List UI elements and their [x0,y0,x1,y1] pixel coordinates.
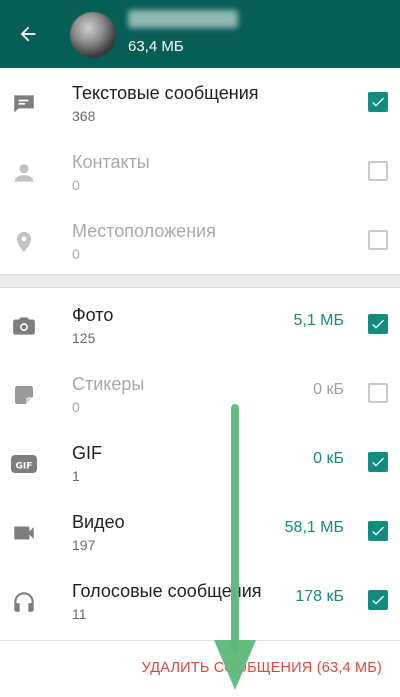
gif-icon: GIF [10,450,38,478]
item-count: 0 [72,246,80,262]
contact-name-blurred [128,10,238,28]
item-count: 0 [72,177,80,193]
item-contacts[interactable]: Контакты 0 [0,137,400,206]
item-video[interactable]: Видео 197 58,1 МБ [0,497,400,566]
item-checkbox[interactable] [368,314,388,334]
item-locations[interactable]: Местоположения 0 [0,206,400,275]
item-count: 1 [72,468,80,484]
checkmark-icon [372,457,384,467]
item-count: 368 [72,108,96,124]
location-pin-icon [10,228,38,256]
app-bar: 63,4 МБ [0,0,400,68]
delete-messages-button[interactable]: УДАЛИТЬ СООБЩЕНИЯ (63,4 МБ) [142,660,383,676]
checkmark-icon [372,595,384,605]
item-size: 5,1 МБ [293,312,344,329]
item-size: 178 кБ [295,588,344,605]
sticker-icon [10,381,38,409]
message-icon [10,90,38,118]
svg-text:GIF: GIF [16,462,33,472]
person-icon [10,159,38,187]
item-checkbox[interactable] [368,521,388,541]
contact-storage-size: 63,4 МБ [128,38,184,55]
item-gif[interactable]: GIF GIF 1 0 кБ [0,428,400,497]
item-checkbox[interactable] [368,92,388,112]
item-voice-messages[interactable]: Голосовые сообщения 11 178 кБ [0,566,400,635]
camera-icon [10,312,38,340]
item-text-messages[interactable]: Текстовые сообщения 368 [0,68,400,137]
item-title: Контакты [72,152,150,172]
item-title: Текстовые сообщения [72,83,259,103]
videocam-icon [10,519,38,547]
footer-divider [0,640,400,641]
item-checkbox[interactable] [368,383,388,403]
arrow-back-icon [20,26,36,42]
item-size: 0 кБ [313,450,344,467]
item-size: 58,1 МБ [284,519,344,536]
item-checkbox[interactable] [368,161,388,181]
item-title: Местоположения [72,221,216,241]
item-count: 197 [72,537,96,553]
checkmark-icon [372,319,384,329]
item-stickers[interactable]: Стикеры 0 0 кБ [0,359,400,428]
section-divider [0,274,400,288]
checkmark-icon [372,526,384,536]
item-checkbox[interactable] [368,452,388,472]
item-title: Стикеры [72,374,145,394]
item-count: 125 [72,330,96,346]
checkmark-icon [372,97,384,107]
item-size: 0 кБ [313,381,344,398]
item-title: Голосовые сообщения [72,581,262,601]
item-count: 11 [72,606,87,622]
headset-icon [10,588,38,616]
contact-avatar[interactable] [70,12,116,58]
item-count: 0 [72,399,80,415]
item-checkbox[interactable] [368,590,388,610]
back-button[interactable] [8,14,48,54]
item-photos[interactable]: Фото 125 5,1 МБ [0,290,400,359]
item-title: Фото [72,305,114,325]
item-title: Видео [72,512,125,532]
item-checkbox[interactable] [368,230,388,250]
item-title: GIF [72,443,102,463]
